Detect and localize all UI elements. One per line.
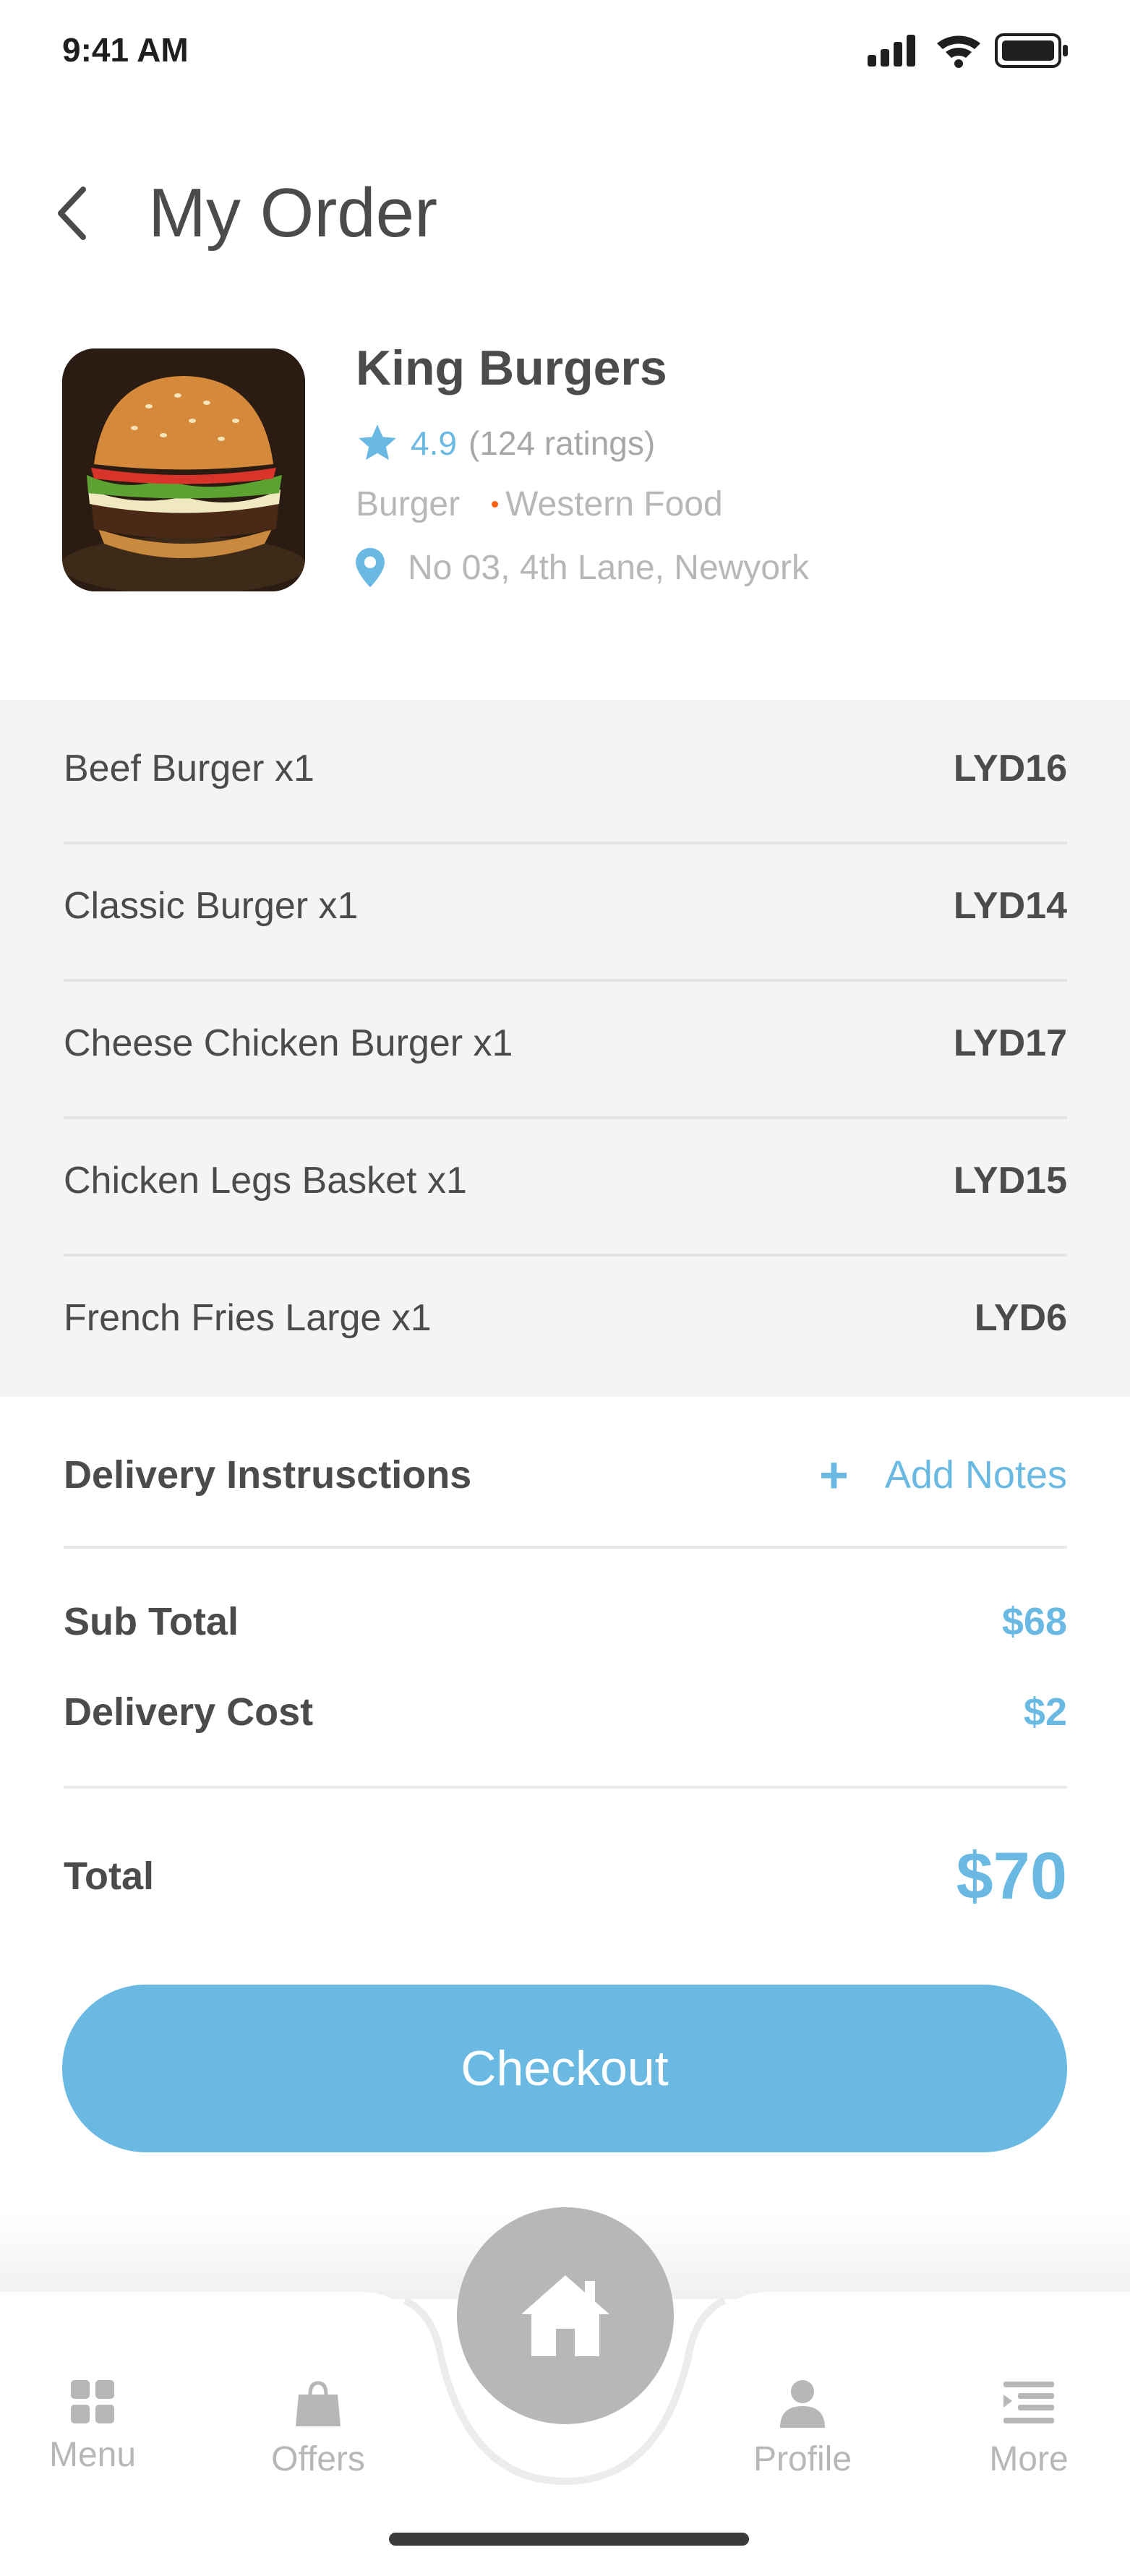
subtotal-value: $68	[1001, 1600, 1067, 1643]
category-label: Burger	[356, 485, 461, 523]
chevron-left-icon	[58, 187, 86, 240]
order-items: Beef Burger x1 LYD16 Classic Burger x1 L…	[0, 700, 1130, 1397]
item-price: LYD17	[953, 1022, 1067, 1064]
address-row: No 03, 4th Lane, Newyork	[354, 544, 809, 591]
tab-profile-label: Profile	[753, 2440, 852, 2478]
item-price: LYD6	[974, 1297, 1067, 1339]
add-notes-label: Add Notes	[884, 1453, 1067, 1497]
item-price: LYD14	[953, 885, 1067, 927]
delivery-instructions-label: Delivery Instrusctions	[64, 1453, 472, 1497]
subtotal-label: Sub Total	[64, 1600, 239, 1643]
page-title: My Order	[148, 174, 438, 252]
item-name: Chicken Legs Basket x1	[64, 1160, 467, 1202]
item-name: Classic Burger x1	[64, 885, 359, 927]
tab-more[interactable]: More	[956, 2379, 1101, 2479]
star-icon	[359, 424, 396, 461]
total-label: Total	[64, 1854, 154, 1898]
order-item: Chicken Legs Basket x1 LYD15	[64, 1112, 1067, 1249]
checkout-button[interactable]: Checkout	[62, 1985, 1067, 2152]
total-row: Total $70	[64, 1829, 1067, 1923]
home-button[interactable]	[457, 2207, 674, 2424]
item-name: Beef Burger x1	[64, 748, 314, 790]
delivery-instructions-row: Delivery Instrusctions + Add Notes	[64, 1417, 1067, 1533]
restaurant-name: King Burgers	[356, 341, 667, 395]
signal-icon	[868, 35, 915, 67]
status-icons	[868, 29, 1070, 72]
location-pin-icon	[356, 547, 385, 588]
user-icon	[780, 2380, 825, 2428]
plus-icon: +	[818, 1447, 849, 1503]
tab-menu[interactable]: Menu	[20, 2379, 165, 2475]
delivery-cost-value: $2	[1023, 1690, 1067, 1734]
address-text: No 03, 4th Lane, Newyork	[408, 548, 809, 587]
separator-dot	[492, 501, 499, 508]
cuisine-label: Western Food	[505, 485, 723, 523]
home-icon	[521, 2275, 609, 2356]
rating-row: 4.9 (124 ratings)	[354, 418, 655, 468]
rating-count: (124 ratings)	[468, 424, 656, 462]
delivery-cost-row: Delivery Cost $2	[64, 1672, 1067, 1752]
home-indicator	[389, 2533, 749, 2546]
divider	[64, 1546, 1067, 1549]
shopping-bag-icon	[296, 2381, 341, 2426]
rating-value: 4.9	[411, 424, 457, 462]
subtotal-row: Sub Total $68	[64, 1582, 1067, 1661]
order-item: Cheese Chicken Burger x1 LYD17	[64, 975, 1067, 1112]
status-time: 9:41 AM	[62, 31, 189, 69]
wifi-icon	[937, 35, 980, 68]
battery-icon	[995, 33, 1068, 68]
list-menu-icon	[1003, 2382, 1054, 2423]
add-notes-button[interactable]: + Add Notes	[819, 1450, 1067, 1500]
grid-icon	[71, 2380, 114, 2423]
delivery-cost-label: Delivery Cost	[64, 1690, 314, 1734]
category-row: Burger Western Food	[356, 484, 723, 524]
tab-more-label: More	[989, 2440, 1069, 2478]
item-price: LYD15	[953, 1160, 1067, 1202]
order-item: Classic Burger x1 LYD14	[64, 837, 1067, 975]
tab-profile[interactable]: Profile	[730, 2379, 875, 2479]
tab-offers-label: Offers	[271, 2440, 365, 2478]
tab-menu-label: Menu	[48, 2436, 137, 2474]
restaurant-image	[62, 348, 305, 591]
tab-offers[interactable]: Offers	[246, 2379, 390, 2479]
item-name: French Fries Large x1	[64, 1297, 432, 1339]
order-item: French Fries Large x1 LYD6	[64, 1249, 1067, 1387]
order-item: Beef Burger x1 LYD16	[64, 700, 1067, 837]
total-value: $70	[956, 1839, 1068, 1913]
item-name: Cheese Chicken Burger x1	[64, 1022, 513, 1064]
item-price: LYD16	[953, 748, 1067, 790]
divider	[64, 1786, 1067, 1789]
back-button[interactable]	[51, 181, 101, 246]
